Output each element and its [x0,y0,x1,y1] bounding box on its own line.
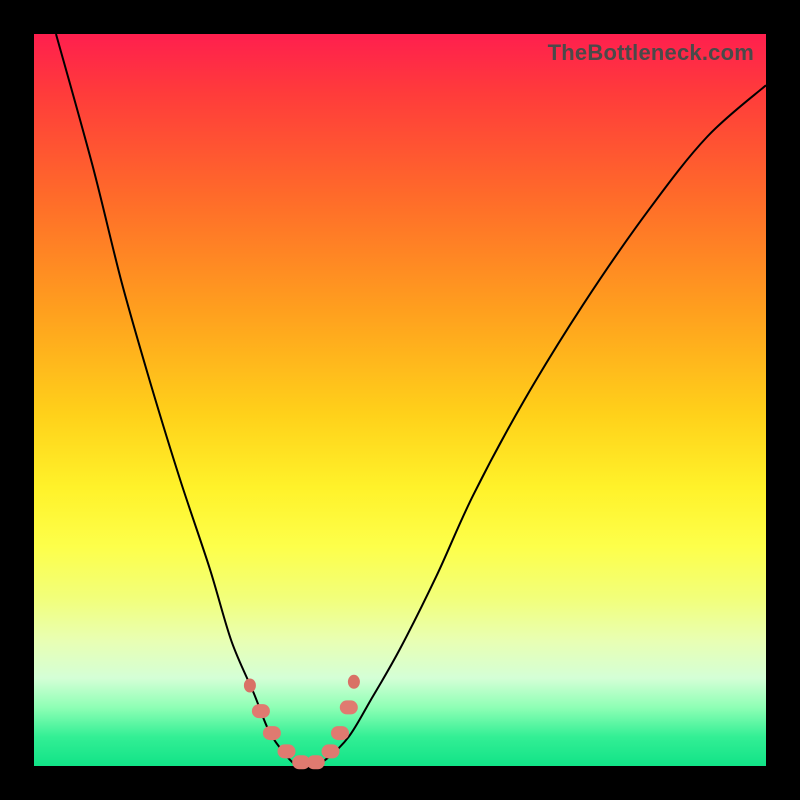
curve-marker [252,704,270,718]
plot-area: TheBottleneck.com [34,34,766,766]
chart-frame: TheBottleneck.com [0,0,800,800]
marker-group [244,675,360,770]
curve-marker [307,755,325,769]
curve-marker [244,679,256,693]
curve-marker [322,744,340,758]
curve-marker [278,744,296,758]
curve-marker [340,700,358,714]
curve-marker [263,726,281,740]
curve-marker [331,726,349,740]
curve-marker [348,675,360,689]
bottleneck-curve-svg [34,34,766,766]
bottleneck-curve [56,34,766,767]
